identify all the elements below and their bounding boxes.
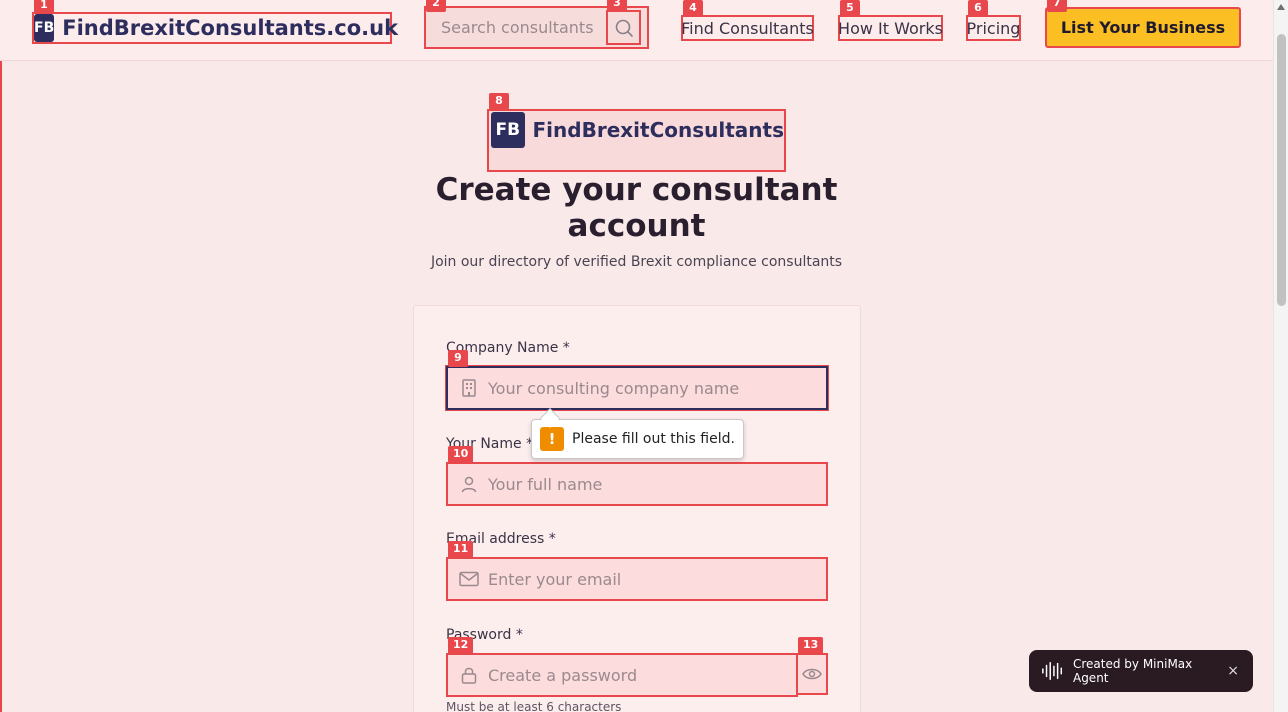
search-input[interactable]: [426, 8, 606, 47]
hero-brand-link[interactable]: FB FindBrexitConsultants: [487, 109, 786, 172]
marker-3: 3: [607, 0, 627, 12]
toggle-password-button[interactable]: [796, 653, 828, 695]
password-field: [446, 653, 798, 697]
page-title: Create your consultant account: [435, 172, 838, 244]
user-icon: [448, 475, 488, 493]
brand-name: FindBrexitConsultants.co.uk: [62, 16, 399, 40]
marker-9: 9: [448, 350, 468, 367]
marker-1: 1: [34, 0, 54, 14]
search-button[interactable]: [606, 10, 641, 45]
scrollbar-thumb[interactable]: [1277, 34, 1286, 306]
nav-pricing[interactable]: Pricing: [966, 15, 1021, 41]
tooltip-text: Please fill out this field.: [572, 431, 735, 447]
marker-2: 2: [426, 0, 446, 12]
marker-11: 11: [448, 541, 474, 558]
company-name-field: [446, 366, 828, 410]
lock-icon: [448, 666, 488, 684]
list-business-button[interactable]: List Your Business: [1045, 7, 1241, 48]
marker-6: 6: [968, 0, 988, 17]
marker-7: 7: [1047, 0, 1067, 12]
marker-4: 4: [683, 0, 703, 17]
brand-badge: FB: [34, 14, 55, 42]
mail-icon: [448, 571, 488, 587]
brand-logo-link[interactable]: FB FindBrexitConsultants.co.uk: [32, 12, 398, 44]
nav-how-it-works[interactable]: How It Works: [838, 15, 943, 41]
waveform-icon: [1042, 661, 1063, 681]
marker-10: 10: [448, 446, 474, 463]
page-subtitle: Join our directory of verified Brexit co…: [430, 254, 843, 270]
hero-brand-name: FindBrexitConsultants: [532, 118, 784, 142]
marker-8: 8: [489, 93, 509, 110]
nav-find-consultants[interactable]: Find Consultants: [681, 15, 814, 41]
scroll-up-arrow-icon[interactable]: [1277, 4, 1285, 10]
marker-13: 13: [798, 637, 824, 654]
close-icon[interactable]: ×: [1227, 663, 1239, 679]
scrollbar[interactable]: [1273, 0, 1288, 712]
search-icon: [615, 19, 633, 37]
your-name-field: [446, 462, 828, 506]
company-name-input[interactable]: [488, 368, 826, 408]
hero-brand-badge: FB: [491, 112, 525, 148]
warning-icon: !: [540, 427, 564, 451]
email-input[interactable]: [488, 559, 826, 599]
minimax-badge: Created by MiniMax Agent ×: [1029, 650, 1253, 692]
password-hint: Must be at least 6 characters: [446, 700, 622, 712]
marker-12: 12: [448, 637, 474, 654]
eye-icon: [802, 668, 822, 680]
your-name-input[interactable]: [488, 464, 826, 504]
password-input[interactable]: [488, 655, 796, 695]
marker-5: 5: [840, 0, 860, 17]
building-icon: [448, 379, 488, 397]
minimax-badge-text: Created by MiniMax Agent: [1072, 657, 1193, 685]
email-field: [446, 557, 828, 601]
validation-tooltip: ! Please fill out this field.: [531, 419, 744, 459]
